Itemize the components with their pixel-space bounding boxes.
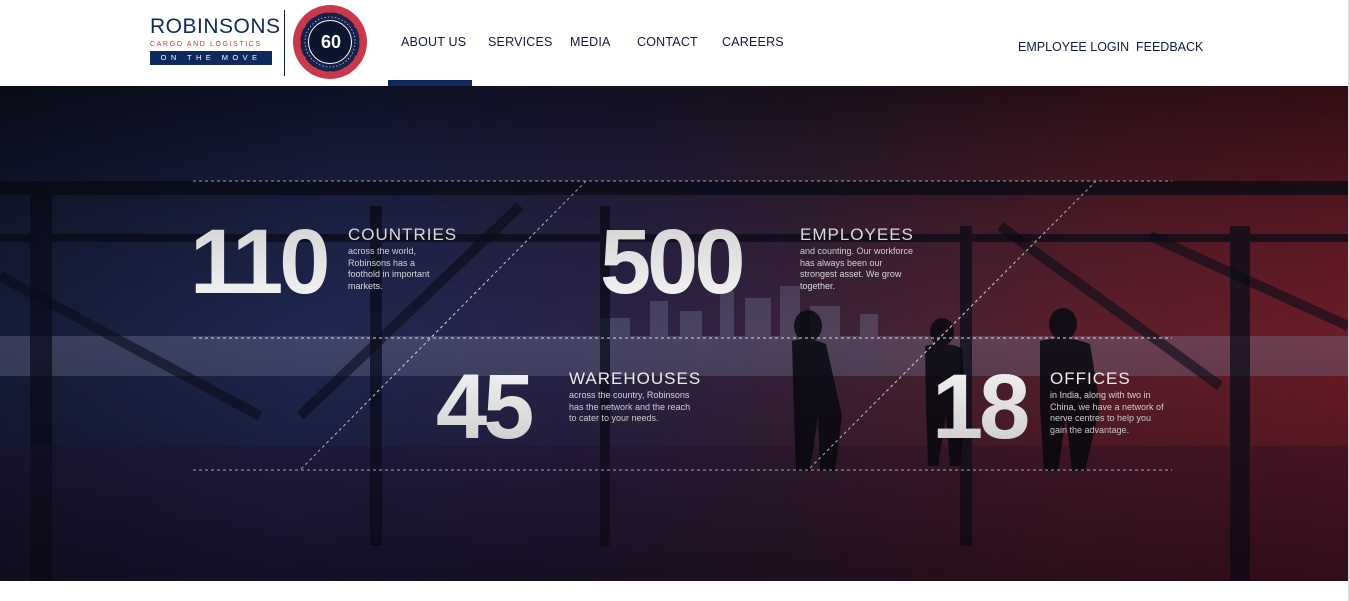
stat-warehouses-number: 45 (436, 356, 534, 458)
stat-countries-description: across the world, Robinsons has a footho… (348, 246, 430, 291)
hero-background-scene (0, 180, 1348, 581)
page-bottom-strip (0, 581, 1350, 601)
robinsons-logo[interactable]: ROBINSONS CARGO AND LOGISTICS ON THE MOV… (150, 15, 281, 72)
stat-employees-number: 500 (600, 211, 745, 313)
stat-employees-description: and counting. Our workforce has always b… (800, 246, 914, 291)
anniversary-badge-icon: 60 (293, 5, 367, 79)
anniversary-number: 60 (320, 32, 342, 52)
stat-countries-title: COUNTRIES (348, 225, 458, 244)
feedback-link[interactable]: FEEDBACK (1136, 40, 1203, 54)
nav-contact[interactable]: CONTACT (637, 35, 698, 49)
nav-about-us[interactable]: ABOUT US (401, 35, 466, 49)
stat-offices-title: OFFICES (1050, 369, 1131, 388)
employee-login-link[interactable]: EMPLOYEE LOGIN (1018, 40, 1129, 54)
stat-employees-title: EMPLOYEES (800, 225, 914, 244)
site-header: ROBINSONS CARGO AND LOGISTICS ON THE MOV… (0, 0, 1350, 86)
stats-hero: 110 COUNTRIES across the world, Robinson… (0, 86, 1348, 581)
stat-offices-number: 18 (932, 356, 1030, 458)
stat-offices-description: in India, along with two in China, we ha… (1050, 390, 1164, 435)
stat-warehouses-title: WAREHOUSES (569, 369, 702, 388)
logo-wordmark: ROBINSONS (150, 15, 281, 38)
stat-warehouses-description: across the country, Robinsons has the ne… (569, 390, 691, 423)
logo-tagline: CARGO AND LOGISTICS (150, 41, 262, 48)
stat-countries-number: 110 (190, 211, 330, 313)
logo-motto: ON THE MOVE (150, 51, 272, 65)
logo-divider (284, 10, 285, 76)
nav-media[interactable]: MEDIA (570, 35, 611, 49)
nav-services[interactable]: SERVICES (488, 35, 553, 49)
nav-careers[interactable]: CAREERS (722, 35, 784, 49)
